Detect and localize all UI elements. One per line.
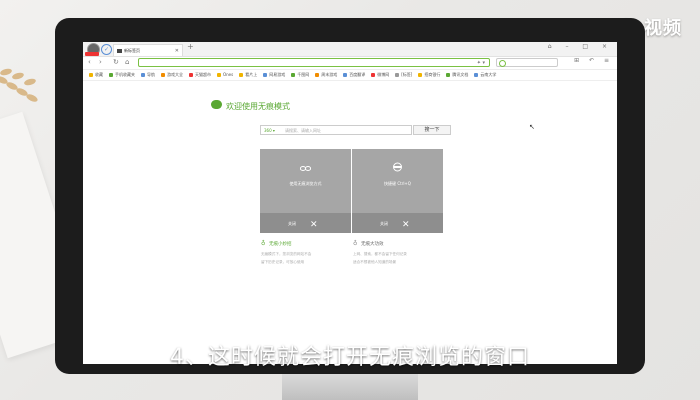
card-footer bbox=[260, 213, 351, 233]
bookmark-label: Ones bbox=[223, 72, 234, 77]
incognito-card-mode: 使用无痕浏览方式 关闭 ✕ bbox=[260, 149, 351, 233]
bookmarks-bar: 收藏 手机收藏夹 导航 游戏大全 天猫超市 Ones 看片上 网易游戏 千图网 周末游戏 百度翻译 微… bbox=[83, 70, 617, 81]
bookmark-label: 收藏 bbox=[95, 72, 103, 77]
bookmark-favicon-icon bbox=[263, 73, 268, 77]
bookmark-item[interactable]: 网易游戏 bbox=[263, 70, 285, 80]
avatar-badge bbox=[85, 52, 99, 56]
nav-bar: ‹ › ↻ ⌂ ✦ ▾ ⊞ ↶ ≡ bbox=[83, 57, 617, 70]
bookmark-label: 天猫超市 bbox=[195, 72, 211, 77]
monitor: ✓ 新标签页 ✕ + ⌂ – □ × ‹ › ↻ ⌂ ✦ ▾ ⊞ ↶ ≡ 收藏 手… bbox=[55, 18, 645, 374]
bookmark-item[interactable]: 收藏 bbox=[89, 70, 103, 80]
incognito-card-shortcut: 快捷键 Ctrl+Q 关闭 ✕ bbox=[352, 149, 443, 233]
bookmark-favicon-icon bbox=[189, 73, 193, 77]
bookmark-label: 千图网 bbox=[297, 72, 310, 77]
bookmark-label: 腾讯文档 bbox=[452, 72, 469, 77]
feature-desc-line: 留下历史记录，可放心使用 bbox=[261, 260, 305, 264]
bookmark-label: 周末游戏 bbox=[321, 72, 338, 77]
bookmark-item[interactable]: 百度翻译 bbox=[343, 70, 365, 80]
bookmark-favicon-icon bbox=[446, 73, 451, 77]
bookmark-item[interactable]: 天猫超市 bbox=[189, 70, 211, 80]
window-controls[interactable]: ⌂ – □ × bbox=[548, 43, 613, 50]
toolbar-search-box[interactable] bbox=[496, 58, 558, 67]
address-bar[interactable]: ✦ ▾ bbox=[138, 58, 490, 67]
trophy-icon: ♁ bbox=[353, 240, 358, 247]
search-placeholder: 请搜索、请输入网址 bbox=[285, 128, 321, 133]
bookmark-item[interactable]: 导航 bbox=[141, 70, 155, 80]
bookmark-favicon-icon bbox=[161, 73, 165, 77]
bookmark-label: 导航 bbox=[147, 72, 155, 77]
incognito-circle-icon[interactable]: ✓ bbox=[101, 44, 112, 55]
bookmark-label: 微博网 bbox=[377, 72, 390, 77]
bookmark-label: 招商银行 bbox=[424, 72, 441, 77]
tab-new[interactable]: 新标签页 ✕ bbox=[113, 44, 183, 56]
bookmark-item[interactable]: 周末游戏 bbox=[315, 70, 337, 80]
bookmark-label: 百度翻译 bbox=[349, 72, 366, 77]
bookmark-item[interactable]: 招商银行 bbox=[418, 70, 440, 80]
mask-icon bbox=[117, 49, 122, 53]
bookmark-favicon-icon bbox=[343, 73, 348, 77]
bookmark-item[interactable]: 千图网 bbox=[291, 70, 309, 80]
tab-bar: ✓ 新标签页 ✕ + ⌂ – □ × bbox=[83, 42, 617, 57]
browser-window: ✓ 新标签页 ✕ + ⌂ – □ × ‹ › ↻ ⌂ ✦ ▾ ⊞ ↶ ≡ 收藏 手… bbox=[83, 42, 617, 364]
bookmark-label: 游戏大全 bbox=[167, 72, 183, 77]
bookmark-favicon-icon bbox=[217, 73, 221, 77]
chat-bubble-icon bbox=[211, 100, 222, 109]
feature-title: 无痕小妙招 bbox=[269, 242, 292, 247]
forward-icon[interactable]: › bbox=[99, 58, 102, 66]
bookmark-item[interactable]: 腾讯文档 bbox=[446, 70, 468, 80]
bookmark-item[interactable]: [标签] bbox=[395, 70, 412, 80]
video-subtitle: 4、这时候就会打开无痕浏览的窗口 bbox=[170, 345, 530, 370]
bookmark-item[interactable]: 微博网 bbox=[371, 70, 389, 80]
welcome-title: 欢迎使用无痕模式 bbox=[226, 102, 290, 111]
bookmark-favicon-icon bbox=[291, 73, 296, 77]
bookmark-favicon-icon bbox=[109, 73, 113, 77]
new-tab-button[interactable]: + bbox=[187, 42, 194, 51]
bookmark-favicon-icon bbox=[141, 73, 145, 77]
bookmark-item[interactable]: Ones bbox=[217, 70, 233, 80]
bookmark-item[interactable]: 游戏大全 bbox=[161, 70, 183, 80]
feature-desc-line: 上网、搜索，都不会留下任何记录 bbox=[353, 252, 407, 256]
bookmark-label: 云南大学 bbox=[480, 72, 497, 77]
close-icon[interactable]: ✕ bbox=[402, 220, 410, 230]
bookmark-label: 手机收藏夹 bbox=[115, 72, 135, 77]
search-button[interactable]: 搜一下 bbox=[413, 125, 451, 135]
search-engine-select[interactable]: 360 ▾ bbox=[264, 126, 275, 135]
card-footer bbox=[352, 213, 443, 233]
mask-icon bbox=[300, 166, 311, 171]
close-icon[interactable]: ✕ bbox=[310, 220, 318, 230]
toolbar-right-icons[interactable]: ⊞ ↶ ≡ bbox=[574, 57, 613, 64]
bookmark-label: [标签] bbox=[401, 72, 413, 77]
tab-title: 新标签页 bbox=[124, 48, 140, 53]
feature-title: 无痕大功效 bbox=[361, 242, 384, 247]
refresh-icon[interactable]: ↻ bbox=[113, 58, 119, 66]
card-close-label[interactable]: 关闭 bbox=[288, 221, 296, 227]
card-title: 使用无痕浏览方式 bbox=[289, 181, 322, 186]
bookmark-item[interactable]: 手机收藏夹 bbox=[109, 70, 135, 80]
mouse-cursor-icon: ↖ bbox=[529, 123, 535, 131]
bookmark-label: 看片上 bbox=[245, 72, 258, 77]
feature-desc-line: 适合不想被他人知道的场景 bbox=[353, 260, 397, 264]
bookmark-favicon-icon bbox=[395, 73, 400, 77]
back-icon[interactable]: ‹ bbox=[88, 58, 91, 66]
bookmark-favicon-icon bbox=[239, 73, 244, 77]
spy-icon bbox=[393, 162, 402, 172]
bookmark-favicon-icon bbox=[474, 73, 479, 77]
search-input[interactable]: 360 ▾ 请搜索、请输入网址 bbox=[260, 125, 412, 135]
incognito-page: 欢迎使用无痕模式 360 ▾ 请搜索、请输入网址 搜一下 ↖ 使用无痕浏览方式 … bbox=[83, 81, 617, 357]
card-title: 快捷键 Ctrl+Q bbox=[384, 181, 411, 186]
tab-close-icon[interactable]: ✕ bbox=[175, 45, 179, 57]
address-dropdown-icon[interactable]: ✦ ▾ bbox=[477, 59, 485, 68]
bookmark-label: 网易游戏 bbox=[269, 72, 286, 77]
bookmark-favicon-icon bbox=[89, 73, 93, 77]
home-icon[interactable]: ⌂ bbox=[125, 58, 129, 66]
bookmark-item[interactable]: 云南大学 bbox=[474, 70, 496, 80]
feature-desc-line: 无痕模式下，您浏览的网站不会 bbox=[261, 252, 312, 256]
search-engine-icon bbox=[499, 60, 506, 67]
lightbulb-icon: ♁ bbox=[261, 240, 266, 247]
bookmark-favicon-icon bbox=[371, 73, 376, 77]
card-close-label[interactable]: 关闭 bbox=[380, 221, 388, 227]
bookmark-favicon-icon bbox=[418, 73, 423, 77]
bookmark-item[interactable]: 看片上 bbox=[239, 70, 257, 80]
bookmark-favicon-icon bbox=[315, 73, 320, 77]
